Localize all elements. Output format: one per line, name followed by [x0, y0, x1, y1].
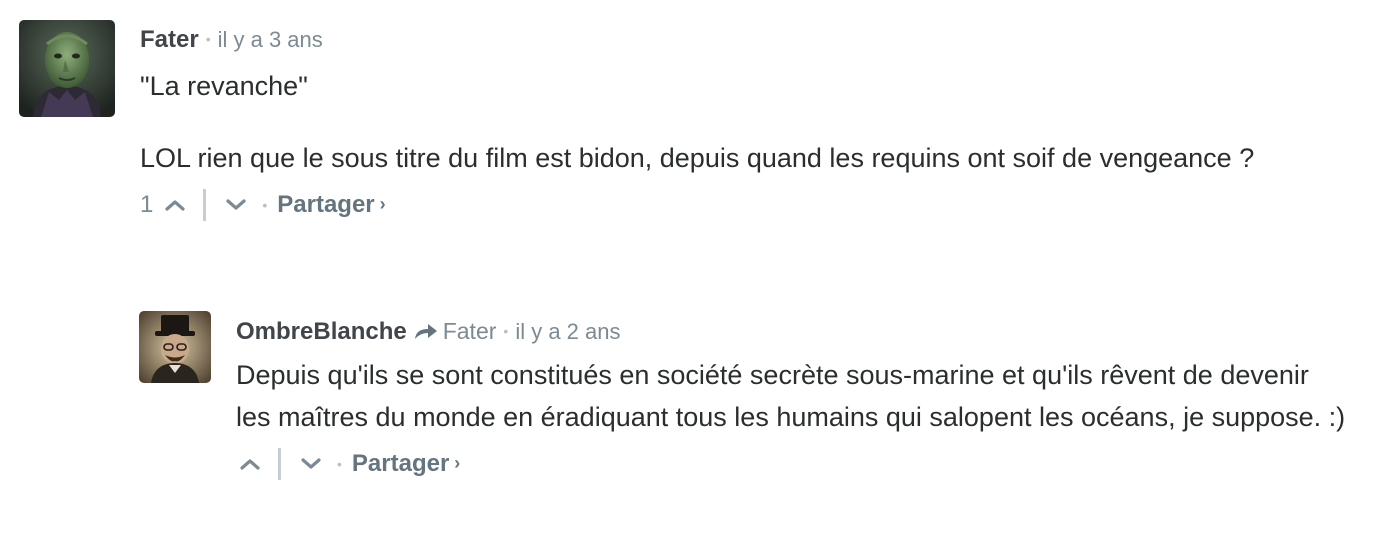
share-button[interactable]: Partager ›: [277, 191, 385, 219]
reply-to-author[interactable]: Fater: [443, 311, 497, 351]
separator-dot: •: [205, 31, 211, 47]
message-paragraph: "La revanche": [140, 71, 308, 101]
chevron-up-icon: [240, 459, 260, 470]
avatar[interactable]: [19, 20, 115, 117]
upvote-count: 1: [140, 191, 154, 218]
share-button[interactable]: Partager ›: [352, 450, 460, 478]
upvote-button[interactable]: [161, 190, 189, 220]
separator-dot: •: [503, 323, 509, 339]
vote-divider: [278, 448, 281, 480]
comment-thread: Fater • il y a 3 ans "La revanche" LOL r…: [0, 0, 1378, 550]
separator-dot: •: [337, 456, 342, 472]
comment-footer: • Partager ›: [236, 444, 1346, 484]
downvote-button[interactable]: [297, 449, 325, 479]
message-paragraph: Depuis qu'ils se sont constitués en soci…: [236, 360, 1346, 432]
vote-divider: [203, 189, 207, 221]
chevron-down-icon: [301, 458, 321, 469]
share-label: Partager: [351, 450, 450, 477]
share-label: Partager: [277, 191, 375, 218]
comment-footer: 1 • Partager ›: [140, 185, 1340, 225]
upvote-button[interactable]: [236, 449, 264, 479]
share-chevron-icon: ›: [454, 453, 461, 473]
avatar-green-face-icon: [19, 20, 115, 117]
chevron-up-icon: [165, 200, 185, 211]
comment-body: Fater • il y a 3 ans "La revanche" LOL r…: [140, 20, 1340, 225]
chevron-down-icon: [226, 199, 246, 210]
comment-message: "La revanche" LOL rien que le sous titre…: [140, 65, 1340, 179]
separator-dot: •: [262, 197, 268, 213]
comment-header: OmbreBlanche Fater • il y a 2 ans: [236, 311, 1346, 354]
downvote-button[interactable]: [222, 190, 250, 220]
timestamp[interactable]: il y a 2 ans: [515, 312, 620, 352]
author-name[interactable]: Fater: [140, 20, 199, 60]
author-name[interactable]: OmbreBlanche: [236, 312, 407, 352]
avatar-top-hat-man-icon: [139, 311, 211, 383]
comment-body: OmbreBlanche Fater • il y a 2 ans Depuis…: [236, 311, 1346, 484]
avatar[interactable]: [139, 311, 211, 383]
reply-arrow-icon: [413, 321, 439, 341]
comment-header: Fater • il y a 3 ans: [140, 20, 1340, 62]
comment-message: Depuis qu'ils se sont constitués en soci…: [236, 354, 1346, 438]
share-chevron-icon: ›: [379, 194, 386, 214]
timestamp[interactable]: il y a 3 ans: [218, 20, 323, 60]
message-paragraph: LOL rien que le sous titre du film est b…: [140, 143, 1255, 173]
